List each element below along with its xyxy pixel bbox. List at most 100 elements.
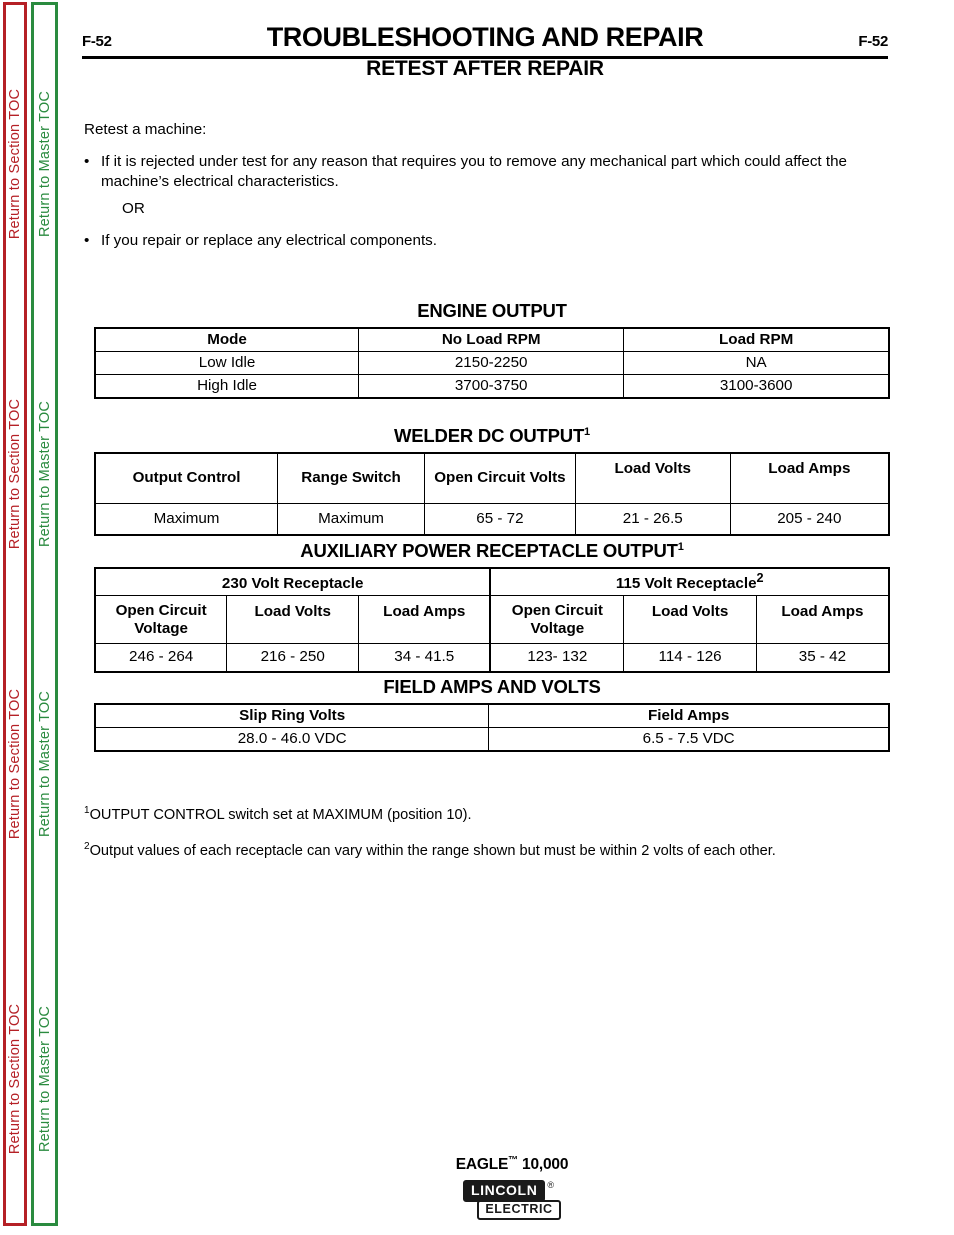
table-cell: 28.0 - 46.0 VDC [95, 726, 489, 751]
logo-electric-text: ELECTRIC [477, 1199, 561, 1220]
intro-bullet-2: • If you repair or replace any electrica… [84, 231, 900, 252]
footer-model-number: 10,000 [517, 1156, 569, 1174]
column-header: Output Control [95, 453, 278, 503]
engine-output-title-text: ENGINE OUTPUT [417, 300, 567, 321]
auxiliary-power-title-superscript: 1 [677, 540, 684, 553]
table-cell: 246 - 264 [95, 643, 227, 672]
table-cell: 35 - 42 [755, 643, 889, 672]
footer-model-name: EAGLE™ 10,000 [70, 1155, 954, 1174]
table-cell: 21 - 26.5 [574, 502, 731, 535]
auxiliary-power-section: AUXILIARY POWER RECEPTACLE OUTPUT1 230 V… [82, 540, 902, 673]
column-header: Load RPM [623, 328, 889, 352]
return-to-section-toc-link[interactable]: Return to Section TOC [7, 1004, 23, 1154]
sidebar-return-to-section-toc-rail[interactable]: Return to Section TOC Return to Section T… [3, 2, 27, 1226]
group-header-label: 230 Volt Receptacle [221, 575, 364, 593]
engine-output-title: ENGINE OUTPUT [82, 300, 902, 322]
page-footer: EAGLE™ 10,000 LINCOLN ® ELECTRIC [70, 1155, 954, 1220]
field-amps-volts-title-text: FIELD AMPS AND VOLTS [383, 676, 601, 697]
footer-model-text: EAGLE [455, 1156, 509, 1174]
table-cell: High Idle [95, 373, 359, 398]
intro-or-text: OR [122, 199, 145, 217]
table-header-row: Slip Ring Volts Field Amps [95, 704, 889, 728]
column-header: Slip Ring Volts [95, 704, 489, 728]
intro-bullet-2-text: If you repair or replace any electrical … [101, 232, 437, 250]
table-header-row: Output Control Range Switch Open Circuit… [95, 453, 889, 503]
column-header: No Load RPM [358, 328, 624, 352]
logo-lincoln-text: LINCOLN [463, 1180, 546, 1202]
footnote-2-text: Output values of each receptacle can var… [89, 842, 776, 859]
welder-dc-output-section: WELDER DC OUTPUT1 Output Control Range S… [82, 425, 902, 536]
sidebar-return-to-master-toc-rail[interactable]: Return to Master TOC Return to Master TOC… [31, 2, 58, 1226]
table-cell: 114 - 126 [623, 643, 757, 672]
table-cell: Maximum [95, 502, 278, 535]
column-header: Load Amps [729, 453, 889, 503]
table-cell: 34 - 41.5 [358, 643, 491, 672]
column-header: Open Circuit Volts [423, 453, 576, 503]
auxiliary-power-title: AUXILIARY POWER RECEPTACLE OUTPUT1 [82, 540, 902, 562]
engine-output-table: Mode No Load RPM Load RPM Low Idle 2150-… [94, 327, 890, 399]
table-group-header-row: 230 Volt Receptacle 115 Volt Receptacle2 [95, 568, 889, 596]
table-row: 246 - 264 216 - 250 34 - 41.5 123- 132 1… [95, 643, 889, 672]
table-row: Low Idle 2150-2250 NA [95, 350, 889, 375]
page-number-left: F-52 [82, 33, 112, 50]
intro-lead: Retest a machine: [84, 121, 207, 138]
return-to-master-toc-link[interactable]: Return to Master TOC [37, 91, 53, 237]
table-cell: NA [623, 350, 889, 375]
bullet-marker-icon: • [84, 232, 90, 250]
intro-bullet-1-text: If it is rejected under test for any rea… [101, 152, 847, 191]
table-cell: 123- 132 [489, 643, 624, 672]
table-row: 28.0 - 46.0 VDC 6.5 - 7.5 VDC [95, 726, 889, 751]
auxiliary-power-table: 230 Volt Receptacle 115 Volt Receptacle2… [94, 567, 890, 673]
footnotes-block: 1OUTPUT CONTROL switch set at MAXIMUM (p… [84, 805, 900, 877]
return-to-master-toc-link[interactable]: Return to Master TOC [37, 691, 53, 837]
trademark-icon: ™ [508, 1155, 518, 1166]
column-header: Load Amps [755, 595, 889, 644]
column-header: Load Volts [623, 595, 757, 644]
column-header: Open Circuit Voltage [489, 595, 624, 644]
table-cell: 2150-2250 [358, 350, 624, 375]
column-header: Open Circuit Voltage [95, 595, 227, 644]
group-column-header: 230 Volt Receptacle [95, 568, 491, 596]
page-content: F-52 TROUBLESHOOTING AND REPAIR F-52 RET… [70, 0, 954, 1235]
bullet-marker-icon: • [84, 152, 90, 170]
welder-dc-output-title-text: WELDER DC OUTPUT [394, 425, 585, 446]
group-header-superscript: 2 [756, 571, 764, 585]
registered-trademark-icon: ® [547, 1180, 555, 1191]
return-to-master-toc-link[interactable]: Return to Master TOC [37, 401, 53, 547]
table-cell: 216 - 250 [226, 643, 359, 672]
return-to-section-toc-link[interactable]: Return to Section TOC [7, 689, 23, 839]
welder-dc-output-table: Output Control Range Switch Open Circuit… [94, 452, 890, 536]
column-header: Range Switch [277, 453, 425, 503]
table-header-row: Open Circuit Voltage Load Volts Load Amp… [95, 595, 889, 644]
field-amps-volts-table: Slip Ring Volts Field Amps 28.0 - 46.0 V… [94, 703, 890, 752]
table-row: High Idle 3700-3750 3100-3600 [95, 373, 889, 398]
table-cell: 3100-3600 [623, 373, 889, 398]
return-to-section-toc-link[interactable]: Return to Section TOC [7, 399, 23, 549]
page-subtitle: RETEST AFTER REPAIR [366, 57, 604, 80]
footnote-1-text: OUTPUT CONTROL switch set at MAXIMUM (po… [89, 806, 472, 823]
welder-dc-output-title-superscript: 1 [584, 425, 590, 438]
column-header: Load Volts [226, 595, 359, 644]
table-header-row: Mode No Load RPM Load RPM [95, 328, 889, 352]
page-title: TROUBLESHOOTING AND REPAIR [266, 22, 704, 52]
field-amps-volts-title: FIELD AMPS AND VOLTS [82, 676, 902, 698]
welder-dc-output-title: WELDER DC OUTPUT1 [82, 425, 902, 447]
page-header: F-52 TROUBLESHOOTING AND REPAIR F-52 [82, 22, 888, 59]
table-cell: 205 - 240 [729, 502, 889, 535]
return-to-section-toc-link[interactable]: Return to Section TOC [7, 89, 23, 239]
intro-block: Retest a machine: • If it is rejected un… [84, 120, 900, 256]
return-to-master-toc-link[interactable]: Return to Master TOC [37, 1006, 53, 1152]
table-cell: Low Idle [95, 350, 359, 375]
table-cell: Maximum [277, 502, 425, 535]
field-amps-volts-section: FIELD AMPS AND VOLTS Slip Ring Volts Fie… [82, 676, 902, 752]
footnote-1: 1OUTPUT CONTROL switch set at MAXIMUM (p… [84, 805, 900, 823]
page-number-right: F-52 [858, 33, 888, 50]
engine-output-section: ENGINE OUTPUT Mode No Load RPM Load RPM … [82, 300, 902, 399]
table-row: Maximum Maximum 65 - 72 21 - 26.5 205 - … [95, 502, 889, 535]
auxiliary-power-title-text: AUXILIARY POWER RECEPTACLE OUTPUT [300, 540, 678, 561]
lincoln-electric-logo: LINCOLN ® ELECTRIC [463, 1180, 561, 1220]
intro-bullet-1: • If it is rejected under test for any r… [84, 152, 900, 193]
table-cell: 65 - 72 [423, 502, 576, 535]
table-cell: 3700-3750 [358, 373, 624, 398]
group-header-label: 115 Volt Receptacle [615, 575, 757, 593]
